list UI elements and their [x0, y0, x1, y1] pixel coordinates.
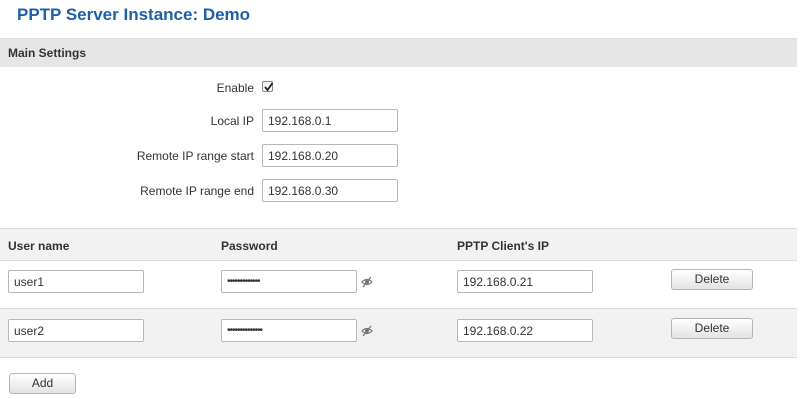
remote-end-row: Remote IP range end	[0, 179, 800, 203]
add-button[interactable]: Add	[9, 373, 76, 394]
password-input[interactable]	[221, 270, 357, 293]
checkmark-icon	[264, 82, 274, 92]
local-ip-input[interactable]	[262, 109, 398, 132]
table-row: Delete	[0, 260, 797, 309]
delete-button[interactable]: Delete	[671, 269, 753, 290]
enable-label: Enable	[216, 81, 254, 95]
remote-start-row: Remote IP range start	[0, 144, 800, 168]
username-input[interactable]	[8, 319, 144, 342]
local-ip-row: Local IP	[0, 109, 800, 133]
local-ip-label: Local IP	[210, 114, 254, 128]
users-table-header: User name Password PPTP Client's IP	[0, 228, 797, 261]
password-column-header: Password	[221, 239, 278, 253]
remote-start-label: Remote IP range start	[136, 149, 254, 163]
client-ip-column-header: PPTP Client's IP	[457, 239, 549, 253]
username-column-header: User name	[8, 239, 70, 253]
page-title: PPTP Server Instance: Demo	[17, 5, 251, 24]
remote-end-label: Remote IP range end	[140, 184, 254, 198]
username-input[interactable]	[8, 270, 144, 293]
client-ip-input[interactable]	[457, 319, 593, 342]
client-ip-input[interactable]	[457, 270, 593, 293]
enable-row: Enable	[0, 76, 800, 100]
main-settings-header: Main Settings	[0, 38, 797, 67]
eye-slash-icon[interactable]	[361, 276, 373, 288]
section-title: Main Settings	[8, 46, 87, 60]
remote-end-input[interactable]	[262, 179, 398, 202]
remote-start-input[interactable]	[262, 144, 398, 167]
eye-slash-icon[interactable]	[361, 325, 373, 337]
enable-checkbox[interactable]	[262, 81, 274, 92]
password-input[interactable]	[221, 319, 357, 342]
delete-button[interactable]: Delete	[671, 318, 753, 339]
table-row: Delete	[0, 309, 797, 358]
